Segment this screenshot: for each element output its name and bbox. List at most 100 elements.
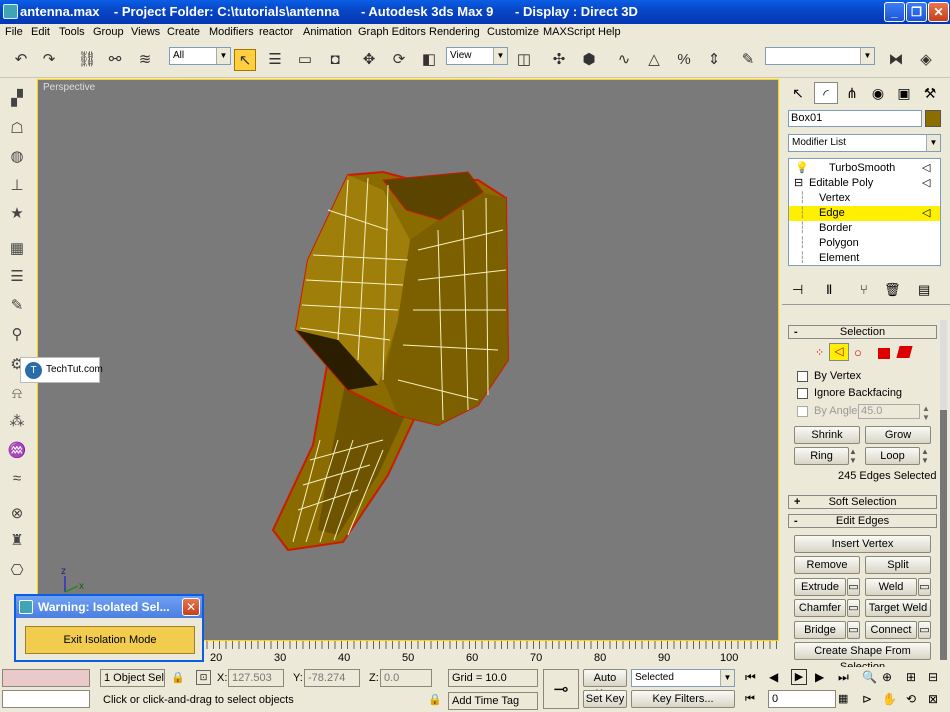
object-name-field[interactable]: Box01 bbox=[788, 110, 922, 127]
layers-icon[interactable]: ☰ bbox=[6, 266, 28, 288]
rotate-icon[interactable]: ⟳ bbox=[388, 49, 410, 71]
z-coordinate-field[interactable]: 0.0 bbox=[380, 669, 432, 687]
vertex-mode-icon[interactable]: ⁘ bbox=[815, 346, 824, 359]
select-by-name-icon[interactable]: ☰ bbox=[264, 49, 286, 71]
cloth-icon[interactable]: ♒ bbox=[6, 440, 28, 462]
edge-mode-icon[interactable]: ◁ bbox=[829, 343, 849, 361]
edit-edges-rollout-header[interactable]: - Edit Edges bbox=[788, 514, 937, 528]
key-selection-dropdown[interactable]: Selected ▼ bbox=[631, 669, 735, 687]
utilities-tab-icon[interactable]: ⚒ bbox=[918, 82, 942, 104]
pin-stack-icon[interactable]: ⊣ bbox=[792, 282, 803, 298]
select-manipulate-icon[interactable]: ✣ bbox=[548, 49, 570, 71]
maxscript-listener-top[interactable] bbox=[2, 669, 90, 687]
menu-file[interactable]: File bbox=[5, 26, 23, 38]
bone-icon[interactable]: ⎔ bbox=[6, 560, 28, 582]
stack-item-turbosmooth[interactable]: 💡 TurboSmooth ◁ bbox=[789, 161, 939, 176]
weld-settings-icon[interactable]: ▭ bbox=[918, 578, 931, 596]
play-icon[interactable]: ▶ bbox=[791, 669, 807, 685]
stack-item-vertex[interactable]: ┆ Vertex bbox=[789, 191, 939, 206]
menu-customize[interactable]: Customize bbox=[487, 26, 539, 38]
menu-animation[interactable]: Animation bbox=[303, 26, 352, 38]
panel-scrollbar[interactable] bbox=[940, 320, 947, 660]
stack-item-polygon[interactable]: ┆ Polygon bbox=[789, 236, 939, 251]
helpers-icon[interactable]: ★ bbox=[6, 203, 28, 225]
loop-button[interactable]: Loop bbox=[865, 447, 920, 465]
extrude-settings-icon[interactable]: ▭ bbox=[847, 578, 860, 596]
stack-item-edge[interactable]: ┆ Edge ◁ bbox=[789, 206, 940, 221]
vehicle-icon[interactable]: ⍾ bbox=[6, 383, 28, 405]
zoom-extents-all-icon[interactable]: ⊟ bbox=[928, 670, 938, 684]
by-vertex-checkbox[interactable] bbox=[797, 371, 808, 382]
chamfer-settings-icon[interactable]: ▭ bbox=[847, 599, 860, 617]
grow-button[interactable]: Grow bbox=[865, 426, 931, 444]
current-frame-field[interactable]: 0 bbox=[768, 690, 836, 708]
bridge-settings-icon[interactable]: ▭ bbox=[847, 621, 860, 639]
minimize-button[interactable]: _ bbox=[884, 2, 905, 22]
polygon-mode-icon[interactable] bbox=[878, 348, 890, 359]
set-key-button[interactable]: Set Key bbox=[583, 690, 627, 708]
lights-icon[interactable]: ⊥ bbox=[6, 175, 28, 197]
maxscript-listener-bottom[interactable] bbox=[2, 690, 90, 708]
rectangular-selection-icon[interactable]: ▭ bbox=[294, 49, 316, 71]
previous-frame-icon[interactable]: ◀ bbox=[769, 670, 778, 684]
lightbulb-icon[interactable]: 💡 bbox=[795, 161, 809, 176]
material-editor-icon[interactable]: ▦ bbox=[6, 238, 28, 260]
modify-icon[interactable]: ☖ bbox=[6, 118, 28, 140]
key-filters-button[interactable]: Key Filters... bbox=[631, 690, 735, 708]
menu-modifiers[interactable]: Modifiers bbox=[209, 26, 254, 38]
scrollbar-thumb[interactable] bbox=[940, 410, 947, 660]
target-weld-button[interactable]: Target Weld bbox=[865, 599, 931, 617]
remove-button[interactable]: Remove bbox=[794, 556, 860, 574]
edit-named-selection-icon[interactable]: ✎ bbox=[737, 49, 759, 71]
lock-icon[interactable]: 🔒 bbox=[171, 671, 185, 684]
stack-item-editable-poly[interactable]: ⊟ Editable Poly ◁ bbox=[789, 176, 939, 191]
menu-group[interactable]: Group bbox=[93, 26, 124, 38]
remove-modifier-icon[interactable]: 🗑 bbox=[884, 282, 901, 298]
bridge-button[interactable]: Bridge bbox=[794, 621, 846, 639]
create-tab-icon[interactable]: ↖ bbox=[786, 82, 810, 104]
hierarchy-tab-icon[interactable]: ⋔ bbox=[840, 82, 864, 104]
maximize-viewport-icon[interactable]: ⊠ bbox=[928, 692, 938, 706]
window-crossing-icon[interactable]: ◘ bbox=[324, 49, 346, 71]
spinner-snap-icon[interactable]: ⇕ bbox=[703, 49, 725, 71]
pencil-icon[interactable]: ✎ bbox=[6, 295, 28, 317]
goto-end-icon[interactable]: ⏭ bbox=[838, 670, 849, 685]
loop-spinner-icon[interactable]: ▲ ▼ bbox=[921, 447, 929, 465]
make-unique-icon[interactable]: ⑂ bbox=[860, 282, 868, 297]
pivot-center-icon[interactable]: ◫ bbox=[513, 49, 535, 71]
add-time-tag-field[interactable]: Add Time Tag bbox=[448, 692, 538, 710]
display-tab-icon[interactable]: ▣ bbox=[892, 82, 916, 104]
selection-filter-dropdown[interactable]: All ▼ bbox=[169, 47, 231, 65]
angle-input[interactable]: 45.0 bbox=[858, 404, 920, 419]
configure-modifier-sets-icon[interactable]: ▤ bbox=[918, 282, 930, 298]
goto-start-icon[interactable]: ⏮ bbox=[745, 670, 756, 685]
object-color-swatch[interactable] bbox=[925, 110, 941, 127]
undo-icon[interactable]: ↶ bbox=[10, 49, 32, 71]
auto-key-button[interactable]: Auto Key bbox=[583, 669, 627, 700]
modifier-list-dropdown[interactable]: Modifier List ▼ bbox=[788, 134, 941, 152]
menu-edit[interactable]: Edit bbox=[31, 26, 50, 38]
ignore-backfacing-checkbox[interactable] bbox=[797, 388, 808, 399]
paint-icon[interactable]: ⚲ bbox=[6, 324, 28, 346]
motion-tab-icon[interactable]: ◉ bbox=[866, 82, 890, 104]
zoom-icon[interactable]: 🔍 bbox=[862, 670, 877, 684]
border-mode-icon[interactable]: ○ bbox=[854, 345, 862, 360]
keyboard-shortcut-override-icon[interactable]: ⬢ bbox=[578, 49, 600, 71]
arc-rotate-icon[interactable]: ⟲ bbox=[906, 692, 916, 706]
align-icon[interactable]: ◈ bbox=[915, 49, 937, 71]
split-button[interactable]: Split bbox=[865, 556, 931, 574]
menu-reactor[interactable]: reactor bbox=[259, 26, 293, 38]
soft-selection-rollout-header[interactable]: + Soft Selection bbox=[788, 495, 937, 509]
sphere-icon[interactable]: ◍ bbox=[6, 146, 28, 168]
lock-icon[interactable]: 🔒 bbox=[428, 693, 442, 706]
connect-settings-icon[interactable]: ▭ bbox=[918, 621, 931, 639]
menu-graph-editors[interactable]: Graph Editors bbox=[358, 26, 426, 38]
insert-vertex-button[interactable]: Insert Vertex bbox=[794, 535, 931, 553]
redo-icon[interactable]: ↷ bbox=[38, 49, 60, 71]
snaps-toggle-icon[interactable]: ∿ bbox=[613, 49, 635, 71]
stack-item-border[interactable]: ┆ Border bbox=[789, 221, 939, 236]
spray-icon[interactable]: ⁂ bbox=[6, 411, 28, 433]
absolute-mode-icon[interactable]: ⊡ bbox=[196, 670, 211, 685]
perspective-viewport[interactable]: Perspective z x bbox=[37, 79, 779, 641]
time-configuration-icon[interactable]: ▦ bbox=[838, 692, 848, 705]
